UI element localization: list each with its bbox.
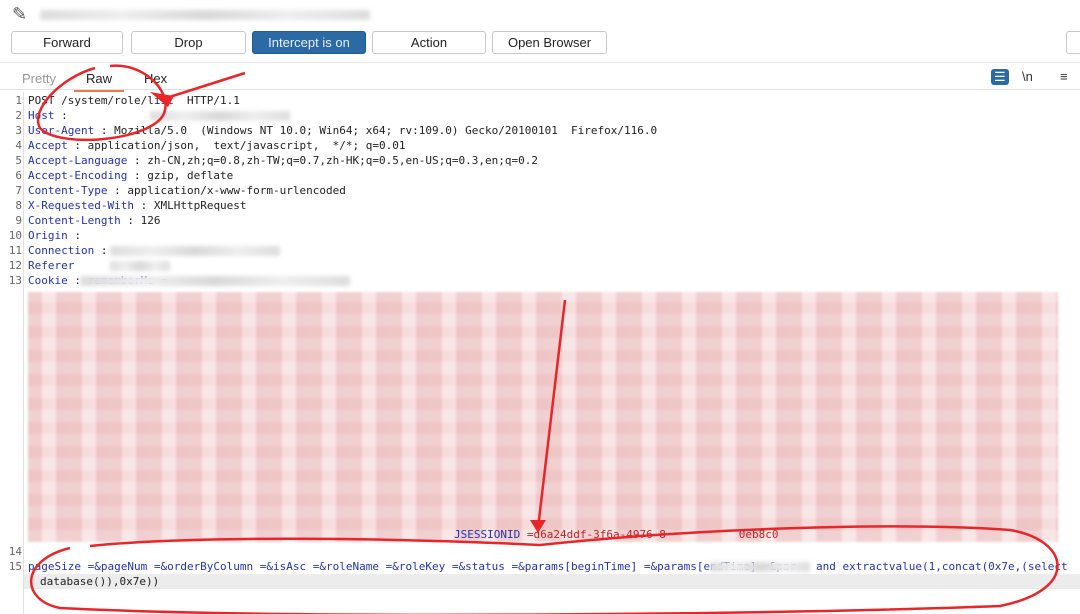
red-annotation-marks xyxy=(30,64,1059,614)
annotation-arrow-down xyxy=(536,299,567,529)
annotation-circle-payload xyxy=(30,525,1059,614)
annotation-circle-raw xyxy=(36,64,167,142)
